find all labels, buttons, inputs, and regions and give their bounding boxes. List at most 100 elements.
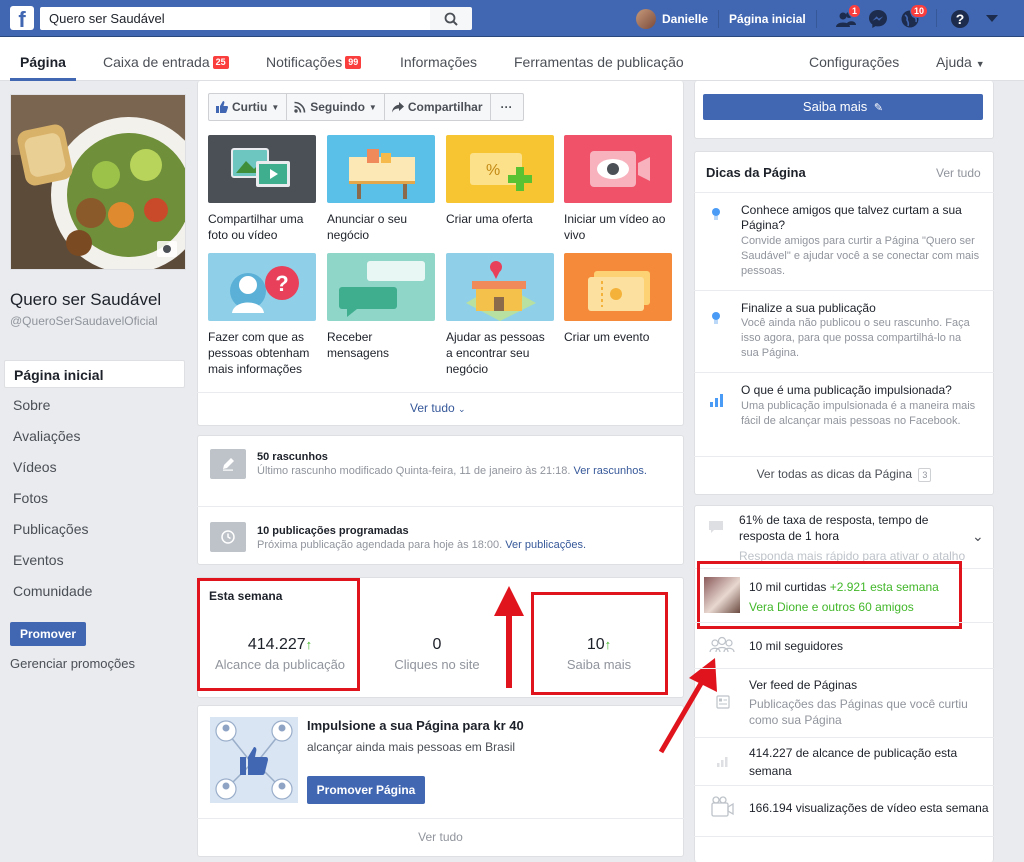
thumbs-up-icon	[216, 101, 228, 113]
search-input[interactable]	[40, 7, 430, 30]
see-all-tools-link[interactable]: Ver tudo ⌄	[410, 401, 466, 415]
highlight-box-reach	[197, 578, 360, 691]
see-drafts-link[interactable]: Ver rascunhos.	[574, 465, 647, 477]
red-arrow-diagonal-icon	[658, 658, 717, 754]
facebook-logo-icon[interactable]: f	[10, 6, 34, 30]
left-nav-avaliacoes[interactable]: Avaliações	[4, 422, 185, 450]
avatar[interactable]	[636, 9, 656, 29]
divider	[694, 785, 994, 786]
tile-receive-messages[interactable]: Receber mensagens	[327, 253, 435, 361]
video-views-icon	[711, 796, 734, 817]
scheduled-description: Próxima publicação agendada para hoje às…	[257, 538, 667, 553]
user-name-link[interactable]: Danielle	[662, 12, 708, 26]
see-posts-link[interactable]: Ver publicações.	[505, 539, 586, 551]
messenger-button[interactable]	[866, 7, 890, 31]
chevron-down-icon[interactable]: ⌄	[972, 528, 984, 545]
boost-see-all-link[interactable]: Ver tudo	[197, 830, 684, 844]
tab-configuracoes[interactable]: Configurações	[809, 37, 899, 81]
tile-start-live-video[interactable]: Iniciar um vídeo ao vivo	[564, 135, 672, 243]
tile-label: Anunciar o seu negócio	[327, 212, 408, 242]
event-ticket-icon	[564, 253, 672, 321]
tip-title: Conhece amigos que talvez curtam a sua P…	[741, 203, 962, 232]
feed-icon	[716, 695, 730, 709]
liked-button[interactable]: Curtiu ▼	[208, 93, 288, 121]
left-nav-eventos[interactable]: Eventos	[4, 546, 185, 574]
pages-feed-link[interactable]: Ver feed de Páginas	[749, 678, 857, 692]
tile-create-event[interactable]: Criar um evento	[564, 253, 672, 345]
tile-label: Compartilhar uma foto ou vídeo	[208, 212, 304, 242]
tile-help-find-business[interactable]: Ajudar as pessoas a encontrar seu negóci…	[446, 253, 554, 377]
live-video-icon	[564, 135, 672, 203]
billboard-icon	[327, 135, 435, 203]
tile-advertise-business[interactable]: Anunciar o seu negócio	[327, 135, 435, 243]
home-link[interactable]: Página inicial	[729, 12, 806, 26]
tab-caixa-de-entrada[interactable]: Caixa de entrada 25	[103, 37, 229, 81]
page-title: Quero ser Saudável	[10, 290, 162, 309]
learn-more-button[interactable]: Saiba mais ✎	[703, 94, 983, 120]
liked-label: Curtiu	[232, 100, 268, 114]
following-button[interactable]: Seguindo ▼	[286, 93, 385, 121]
left-nav-videos[interactable]: Vídeos	[4, 453, 185, 481]
promote-button[interactable]: Promover	[10, 622, 86, 646]
share-button[interactable]: Compartilhar	[383, 93, 491, 121]
tile-create-offer[interactable]: % Criar uma oferta	[446, 135, 554, 227]
see-all-tips-link[interactable]: Ver todas as dicas da Página 3	[694, 467, 994, 482]
left-nav-label: Avaliações	[13, 428, 81, 444]
red-arrow-up-icon	[494, 586, 524, 688]
friend-requests-button[interactable]: 1	[834, 4, 862, 31]
reach-stat-text[interactable]: 414.227 de alcance de publicação esta se…	[749, 744, 979, 780]
followers-count[interactable]: 10 mil seguidores	[749, 639, 843, 653]
tab-ferramentas[interactable]: Ferramentas de publicação	[514, 37, 684, 81]
tile-get-more-info[interactable]: ? Fazer com que as pessoas obtenham mais…	[208, 253, 316, 377]
account-menu-button[interactable]	[980, 7, 1004, 31]
map-store-icon	[446, 253, 554, 321]
left-nav-pagina-inicial[interactable]: Página inicial	[4, 360, 185, 388]
tip-title: Finalize a sua publicação	[741, 301, 876, 315]
notifications-button[interactable]: 10	[898, 4, 929, 31]
tile-share-photo-video[interactable]: Compartilhar uma foto ou vídeo	[208, 135, 316, 243]
drafts-title: 50 rascunhos	[257, 451, 328, 463]
left-nav-label: Comunidade	[13, 583, 93, 599]
pencil-icon	[210, 449, 246, 479]
tab-ajuda[interactable]: Ajuda ▼	[936, 37, 985, 81]
question-person-icon: ?	[208, 253, 316, 321]
tab-label: Ajuda	[936, 54, 972, 70]
share-label: Compartilhar	[407, 100, 483, 114]
left-nav-sobre[interactable]: Sobre	[4, 391, 185, 419]
tip-description: Você ainda não publicou o seu rascunho. …	[741, 317, 970, 359]
followers-icon	[709, 636, 735, 653]
page-profile-picture[interactable]	[10, 94, 186, 270]
scheduled-desc-text: Próxima publicação agendada para hoje às…	[257, 539, 503, 551]
clicks-value: 0	[432, 636, 442, 653]
clicks-label: Cliques no site	[394, 657, 480, 672]
page-tips-see-all-link[interactable]: Ver tudo	[936, 166, 981, 180]
tip-description: Convide amigos para curtir a Página "Que…	[741, 235, 980, 277]
promote-page-button[interactable]: Promover Página	[307, 776, 425, 804]
friends-badge: 1	[848, 4, 862, 18]
manage-promotions-link[interactable]: Gerenciar promoções	[10, 656, 135, 671]
svg-text:?: ?	[956, 11, 965, 27]
help-button[interactable]: ?	[948, 7, 972, 31]
boost-description: alcançar ainda mais pessoas em Brasil	[307, 740, 516, 754]
search-button[interactable]	[430, 7, 472, 30]
page-handle[interactable]: @QueroSerSaudavelOficial	[10, 313, 190, 329]
highlight-box-learn-more	[531, 592, 668, 695]
page-actions-toolbar: Curtiu ▼ Seguindo ▼ Compartilhar ···	[208, 93, 524, 121]
more-options-button[interactable]: ···	[489, 93, 524, 121]
tab-notificacoes[interactable]: Notificações 99	[266, 37, 362, 81]
clicks-stat[interactable]: 0 Cliques no site	[372, 636, 502, 672]
tab-informacoes[interactable]: Informações	[400, 37, 477, 81]
tab-pagina[interactable]: Página	[10, 37, 76, 81]
caret-down-icon: ▼	[368, 102, 377, 112]
divider	[694, 622, 994, 623]
drafts-description: Último rascunho modificado Quinta-feira,…	[257, 464, 667, 479]
left-nav-label: Página inicial	[14, 367, 104, 383]
left-nav-fotos[interactable]: Fotos	[4, 484, 185, 512]
left-nav-publicacoes[interactable]: Publicações	[4, 515, 185, 543]
video-views-text[interactable]: 166.194 visualizações de vídeo esta sema…	[749, 801, 989, 815]
left-nav-comunidade[interactable]: Comunidade	[4, 577, 185, 605]
tip-description: Uma publicação impulsionada é a maneira …	[741, 400, 976, 427]
chat-bubbles-icon	[327, 253, 435, 321]
messenger-icon	[869, 10, 887, 28]
pencil-icon: ✎	[873, 102, 884, 114]
